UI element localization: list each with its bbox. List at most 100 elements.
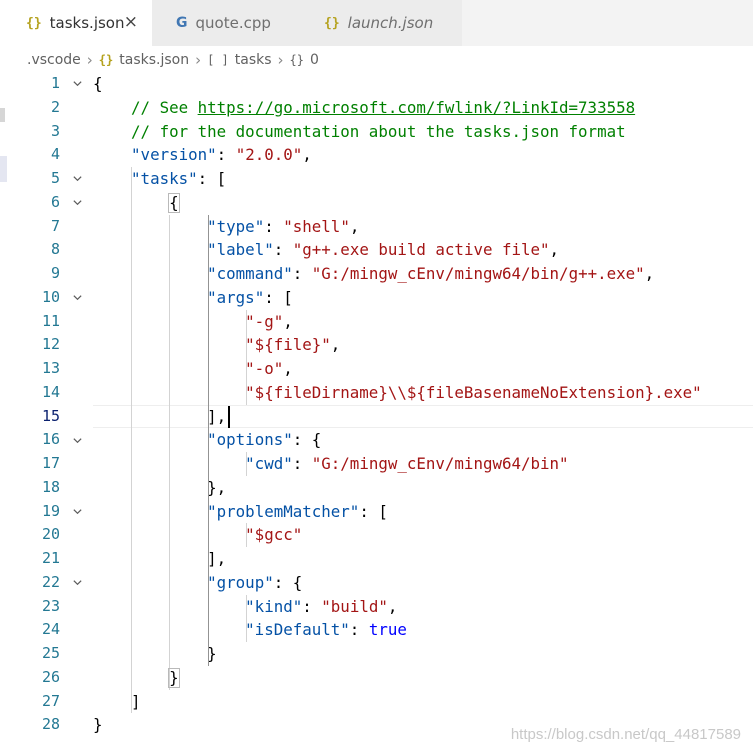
code-line[interactable]: 10 "args": [ [0, 286, 753, 310]
code-line[interactable]: 20 "$gcc" [0, 523, 753, 547]
code-line[interactable]: 27 ] [0, 690, 753, 714]
json-key: "args" [207, 287, 265, 307]
fold-chevron-icon[interactable] [70, 167, 84, 191]
code-text: ] [93, 690, 141, 714]
indent-guide [131, 167, 132, 714]
tab-launch-json[interactable]: {} launch.json [302, 0, 462, 46]
indent-guide [169, 214, 170, 690]
punctuation [93, 98, 131, 117]
punctuation [93, 573, 207, 592]
code-line[interactable]: 12 "${file}", [0, 333, 753, 357]
punctuation [93, 122, 131, 141]
code-editor[interactable]: 1{2 // See https://go.microsoft.com/fwli… [0, 72, 753, 751]
code-line[interactable]: 5 "tasks": [ [0, 167, 753, 191]
comment: // See [131, 97, 198, 117]
code-line[interactable]: 25 } [0, 642, 753, 666]
code-line[interactable]: 21 ], [0, 547, 753, 571]
code-line[interactable]: 15 ], [0, 404, 753, 429]
json-key: "command" [207, 264, 293, 283]
code-line[interactable]: 19 "problemMatcher": [ [0, 500, 753, 524]
code-line[interactable]: 16 "options": { [0, 428, 753, 452]
fold-chevron-icon[interactable] [70, 571, 84, 595]
json-string: "${file}" [245, 335, 331, 355]
code-line[interactable]: 26 } [0, 666, 753, 690]
code-line[interactable]: 2 // See https://go.microsoft.com/fwlink… [0, 96, 753, 120]
punctuation: : [273, 240, 293, 260]
punctuation: , [644, 264, 655, 283]
punctuation: : { [273, 572, 303, 592]
punctuation: , [283, 311, 293, 331]
close-icon[interactable]: × [124, 13, 138, 31]
fold-chevron-icon[interactable] [70, 72, 84, 96]
line-number: 11 [41, 311, 60, 330]
text-cursor [228, 405, 230, 428]
json-key: "group" [207, 572, 274, 592]
punctuation: , [330, 335, 341, 355]
code-line[interactable]: 22 "group": { [0, 571, 753, 595]
code-text: // See https://go.microsoft.com/fwlink/?… [93, 96, 635, 120]
fold-chevron-icon[interactable] [70, 500, 84, 524]
tab-quote-cpp[interactable]: G quote.cpp [152, 0, 302, 46]
json-key: "options" [207, 430, 293, 450]
code-line[interactable]: 3 // for the documentation about the tas… [0, 120, 753, 144]
punctuation: }, [93, 477, 227, 497]
code-line[interactable]: 18 }, [0, 476, 753, 500]
tab-label: quote.cpp [195, 14, 271, 32]
code-text: "type": "shell", [93, 215, 359, 239]
breadcrumb: .vscode › {} tasks.json › [ ] tasks › {}… [27, 49, 319, 71]
line-number: 20 [41, 525, 60, 544]
fold-chevron-icon[interactable] [70, 428, 84, 452]
json-key: "cwd" [245, 454, 293, 473]
code-text: "isDefault": true [93, 618, 407, 642]
json-string: "${fileDirname}\\${fileBasenameNoExtensi… [245, 382, 702, 402]
punctuation: , [302, 145, 312, 165]
punctuation: : [349, 620, 369, 640]
code-text: "label": "g++.exe build active file", [93, 238, 559, 262]
code-line[interactable]: 23 "kind": "build", [0, 595, 753, 619]
breadcrumb-item-tasks[interactable]: tasks [235, 52, 272, 68]
code-line[interactable]: 24 "isDefault": true [0, 618, 753, 642]
code-text: { [93, 72, 103, 96]
code-line[interactable]: 14 "${fileDirname}\\${fileBasenameNoExte… [0, 381, 753, 405]
code-line[interactable]: 11 "-g", [0, 310, 753, 334]
json-key: "kind" [245, 596, 303, 616]
line-number: 2 [50, 97, 60, 116]
json-key: "type" [207, 216, 265, 236]
json-file-icon: {} [324, 15, 340, 31]
punctuation [93, 502, 207, 521]
json-string: "-g" [245, 311, 284, 331]
chevron-right-icon: › [195, 51, 202, 69]
code-text: "-g", [93, 310, 293, 334]
tab-label: launch.json [347, 14, 434, 32]
code-line[interactable]: 8 "label": "g++.exe build active file", [0, 238, 753, 262]
line-number: 15 [41, 406, 60, 425]
code-line[interactable]: 13 "-o", [0, 357, 753, 381]
line-number: 22 [41, 572, 60, 591]
tab-tasks-json[interactable]: {} tasks.json × [0, 0, 152, 46]
json-string: "-o" [245, 359, 284, 378]
punctuation: ] [93, 691, 141, 711]
code-line[interactable]: 6 { [0, 191, 753, 215]
line-number: 13 [41, 359, 60, 377]
code-line[interactable]: 7 "type": "shell", [0, 215, 753, 239]
breadcrumb-item-vscode[interactable]: .vscode [27, 52, 81, 68]
punctuation [93, 430, 207, 449]
punctuation: : [216, 145, 236, 165]
json-string: "g++.exe build active file" [292, 240, 550, 260]
line-number: 10 [41, 287, 60, 306]
punctuation: : [ [197, 169, 227, 188]
code-text: ], [93, 547, 226, 571]
code-line[interactable]: 17 "cwd": "G:/mingw_cEnv/mingw64/bin" [0, 452, 753, 476]
code-line[interactable]: 1{ [0, 72, 753, 96]
code-line[interactable]: 4 "version": "2.0.0", [0, 143, 753, 167]
breadcrumb-item-0[interactable]: 0 [310, 52, 319, 68]
punctuation [93, 217, 207, 236]
line-number: 8 [50, 240, 60, 259]
breadcrumb-item-tasks-json[interactable]: tasks.json [119, 52, 189, 68]
code-line[interactable]: 9 "command": "G:/mingw_cEnv/mingw64/bin/… [0, 262, 753, 286]
comment-link[interactable]: https://go.microsoft.com/fwlink/?LinkId=… [198, 98, 635, 117]
line-number: 9 [50, 264, 60, 282]
fold-chevron-icon[interactable] [70, 286, 84, 310]
punctuation: } [93, 715, 103, 735]
fold-chevron-icon[interactable] [70, 191, 84, 215]
